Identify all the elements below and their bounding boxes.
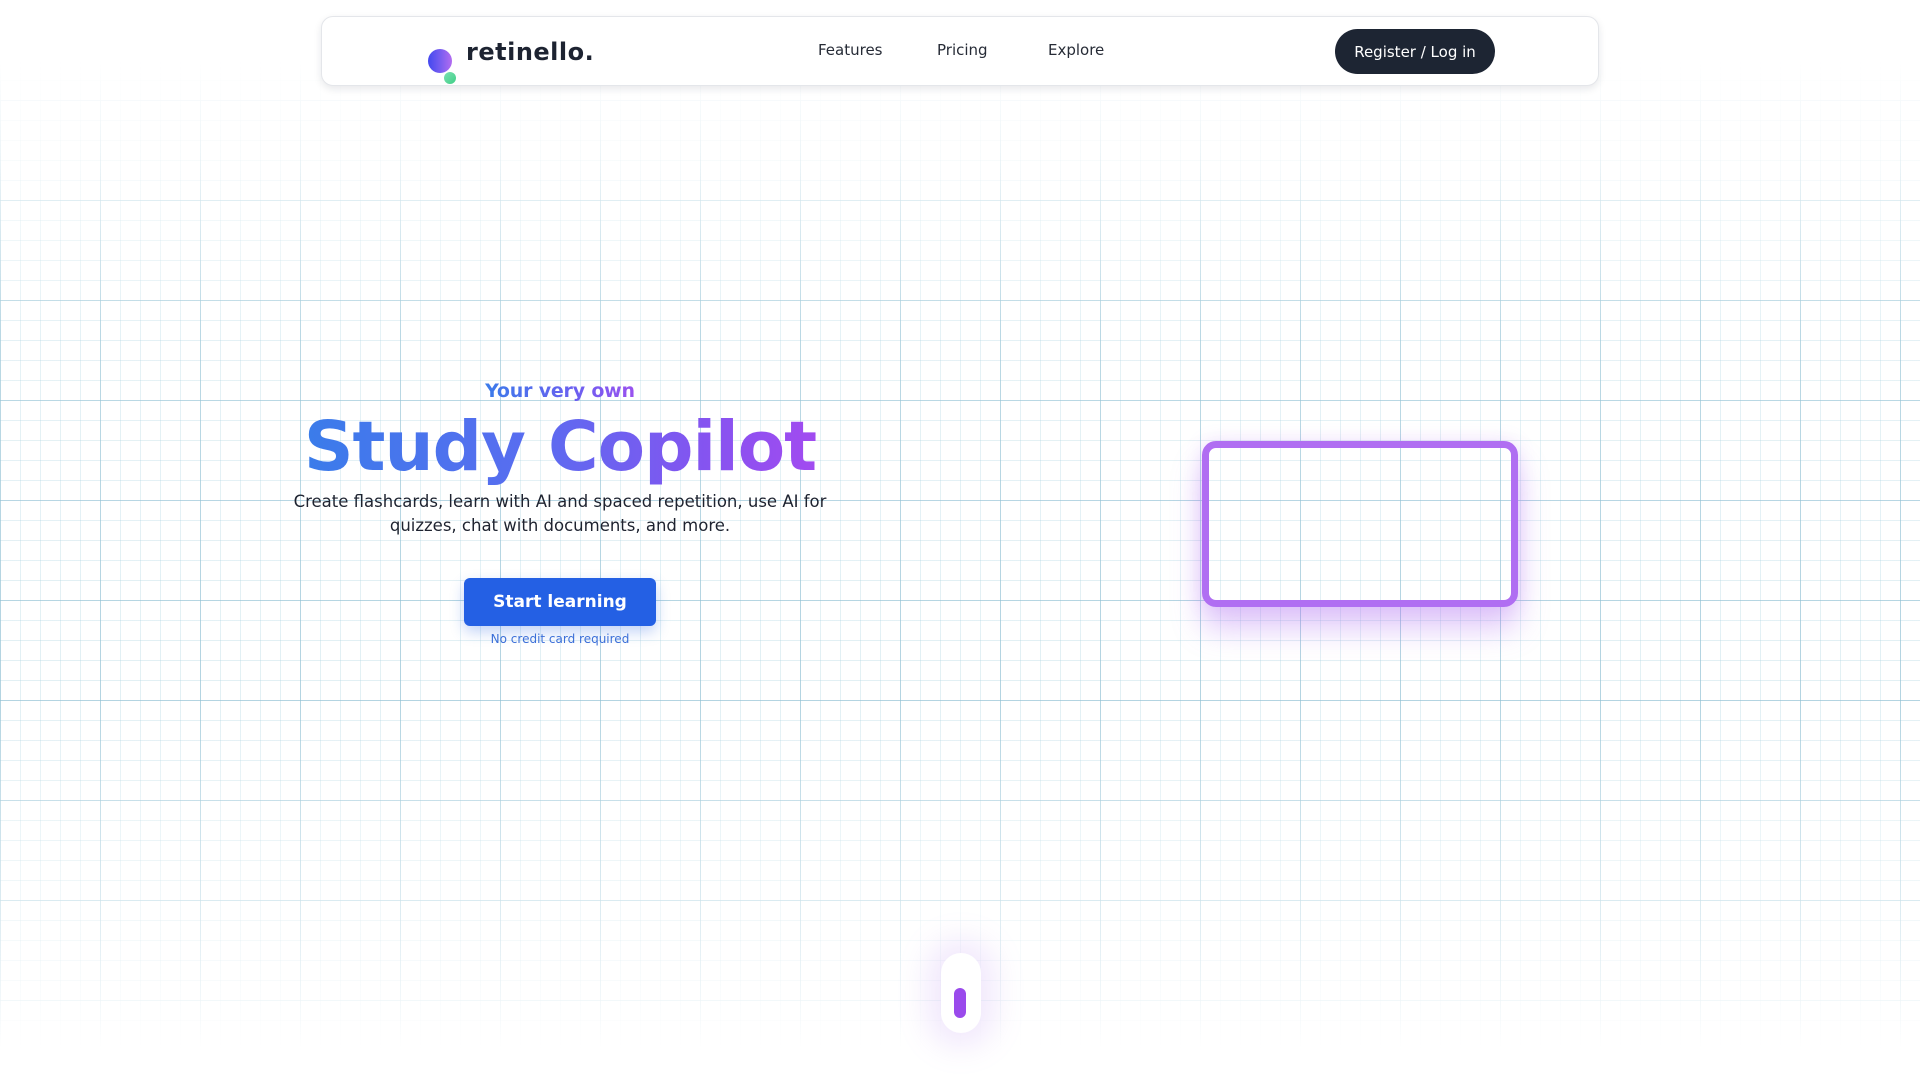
no-credit-card-note: No credit card required [490,632,630,646]
hero-subtitle-line1: Create flashcards, learn with AI and spa… [293,492,827,511]
grid-background [0,0,1920,1080]
mouse-scroll-icon [954,988,966,1018]
hero-title: Study Copilot [303,407,817,487]
register-login-button[interactable]: Register / Log in [1335,29,1495,74]
start-learning-button[interactable]: Start learning [464,578,656,626]
scroll-indicator[interactable] [941,953,981,1033]
hero-subtitle: Create flashcards, learn with AI and spa… [290,490,830,538]
nav-link-pricing[interactable]: Pricing [937,41,988,59]
hero-section: Your very own Study Copilot Create flash… [290,380,830,646]
nav-link-features[interactable]: Features [818,41,883,59]
preview-card [1202,441,1518,607]
hero-subtitle-line2: quizzes, chat with documents, and more. [389,516,731,535]
navbar: retinello. Features Pricing Explore Regi… [321,16,1599,86]
nav-link-explore[interactable]: Explore [1048,41,1104,59]
hero-eyebrow: Your very own [485,380,635,402]
